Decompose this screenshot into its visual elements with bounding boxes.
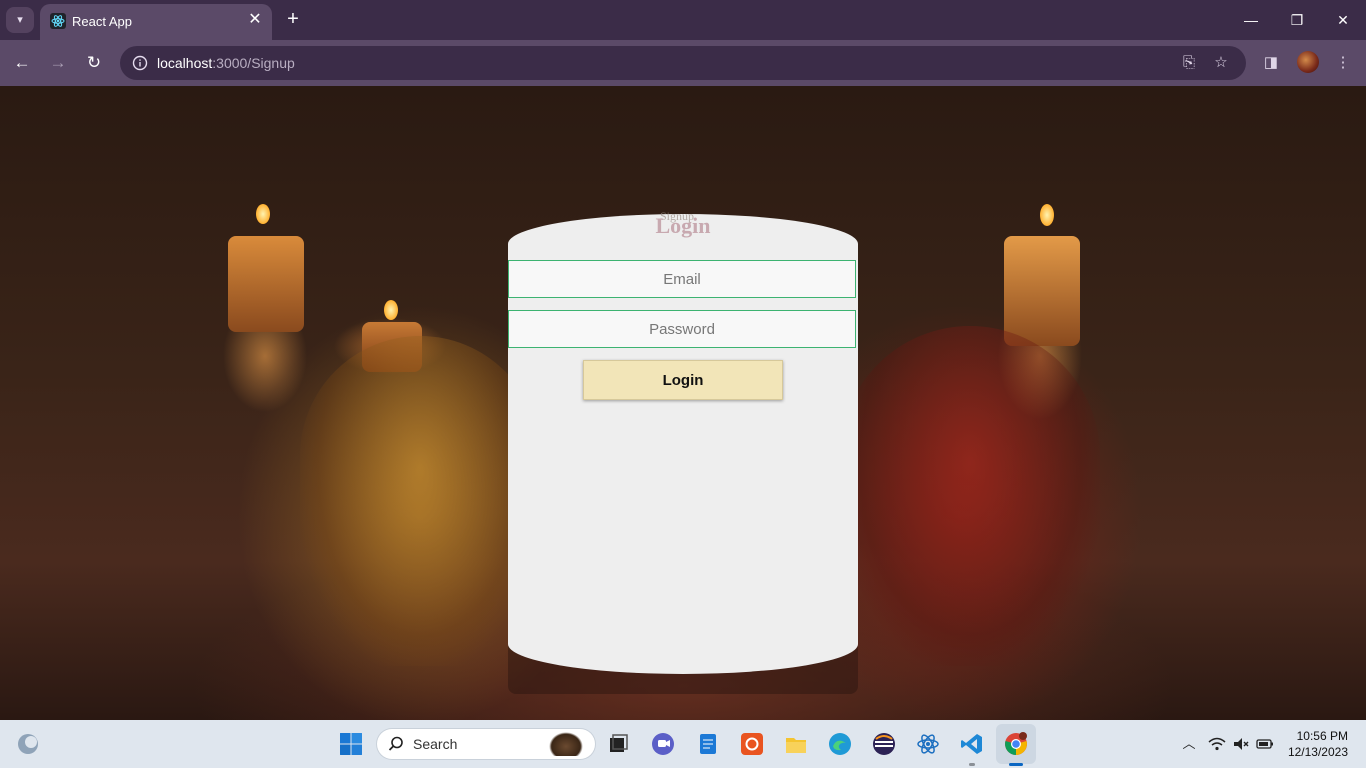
new-tab-button[interactable]: + — [282, 8, 304, 30]
react-favicon-icon — [50, 13, 66, 29]
search-label: Search — [413, 736, 458, 752]
windows-start-icon[interactable] — [339, 732, 363, 756]
girl-right-image — [840, 326, 1100, 666]
forward-arrow-icon[interactable]: → — [47, 52, 69, 74]
browser-toolbar: ← → ↻ localhost:3000/Signup ⎘ ☆ ◨ ⋮ — [0, 40, 1366, 86]
page-title: Login — [655, 213, 711, 238]
tab-title: React App — [72, 14, 132, 29]
search-icon — [388, 736, 403, 751]
side-panel-icon[interactable]: ◨ — [1262, 54, 1280, 72]
candle-left-image — [228, 236, 304, 332]
reload-icon[interactable]: ↻ — [83, 52, 105, 74]
flame-image — [384, 300, 398, 320]
restore-icon[interactable]: ❐ — [1287, 10, 1307, 30]
wifi-icon[interactable] — [1208, 735, 1226, 753]
install-app-icon[interactable]: ⎘ — [1180, 54, 1198, 72]
chevron-down-icon: ▾ — [17, 14, 23, 26]
notepad-icon[interactable] — [696, 732, 720, 756]
vscode-running-indicator — [969, 763, 975, 766]
page-viewport: Signup Login Login — [0, 86, 1366, 720]
browser-tab-bar: ▾ React App ✕ + — ❐ ✕ — [0, 0, 1366, 40]
candle-right-image — [1004, 236, 1080, 346]
edge-browser-icon[interactable] — [828, 732, 852, 756]
widgets-icon[interactable] — [16, 732, 40, 756]
url-text[interactable]: localhost:3000/Signup — [157, 55, 295, 71]
eclipse-ide-icon[interactable] — [872, 732, 896, 756]
email-field[interactable] — [508, 260, 856, 298]
tab-active[interactable]: React App ✕ — [40, 4, 272, 40]
windows-taskbar: Search ︿ 10:56 PM 12/13/2023 — [0, 720, 1366, 768]
tab-close-icon[interactable]: ✕ — [246, 11, 264, 29]
clock-date: 12/13/2023 — [1287, 745, 1348, 759]
clock-time: 10:56 PM — [1296, 729, 1348, 743]
search-highlight-image — [549, 732, 583, 756]
menu-kebab-icon[interactable]: ⋮ — [1334, 54, 1352, 72]
battery-icon[interactable] — [1256, 735, 1274, 753]
tab-search-button[interactable]: ▾ — [6, 7, 34, 33]
speaker-muted-icon[interactable] — [1232, 735, 1250, 753]
window-close-icon[interactable]: ✕ — [1333, 10, 1353, 30]
chrome-active-indicator — [1009, 763, 1023, 766]
chevron-up-icon[interactable]: ︿ — [1180, 735, 1198, 753]
system-clock[interactable]: 10:56 PM 12/13/2023 — [1282, 728, 1348, 760]
girl-left-image — [300, 336, 540, 666]
password-field[interactable] — [508, 310, 856, 348]
taskbar-search[interactable]: Search — [377, 729, 595, 759]
react-devtools-icon[interactable] — [916, 732, 940, 756]
back-arrow-icon[interactable]: ← — [11, 52, 33, 74]
info-icon[interactable] — [132, 55, 148, 71]
chrome-icon[interactable] — [1004, 732, 1028, 756]
address-bar[interactable]: localhost:3000/Signup ⎘ ☆ — [120, 46, 1246, 80]
profile-avatar[interactable] — [1297, 51, 1319, 73]
task-view-icon[interactable] — [606, 732, 630, 756]
login-button[interactable]: Login — [583, 360, 783, 400]
bookmark-star-icon[interactable]: ☆ — [1212, 54, 1230, 72]
minimize-icon[interactable]: — — [1241, 10, 1261, 30]
teams-chat-icon[interactable] — [651, 732, 675, 756]
ubuntu-icon[interactable] — [740, 732, 764, 756]
vscode-icon[interactable] — [960, 732, 984, 756]
file-explorer-icon[interactable] — [784, 732, 808, 756]
